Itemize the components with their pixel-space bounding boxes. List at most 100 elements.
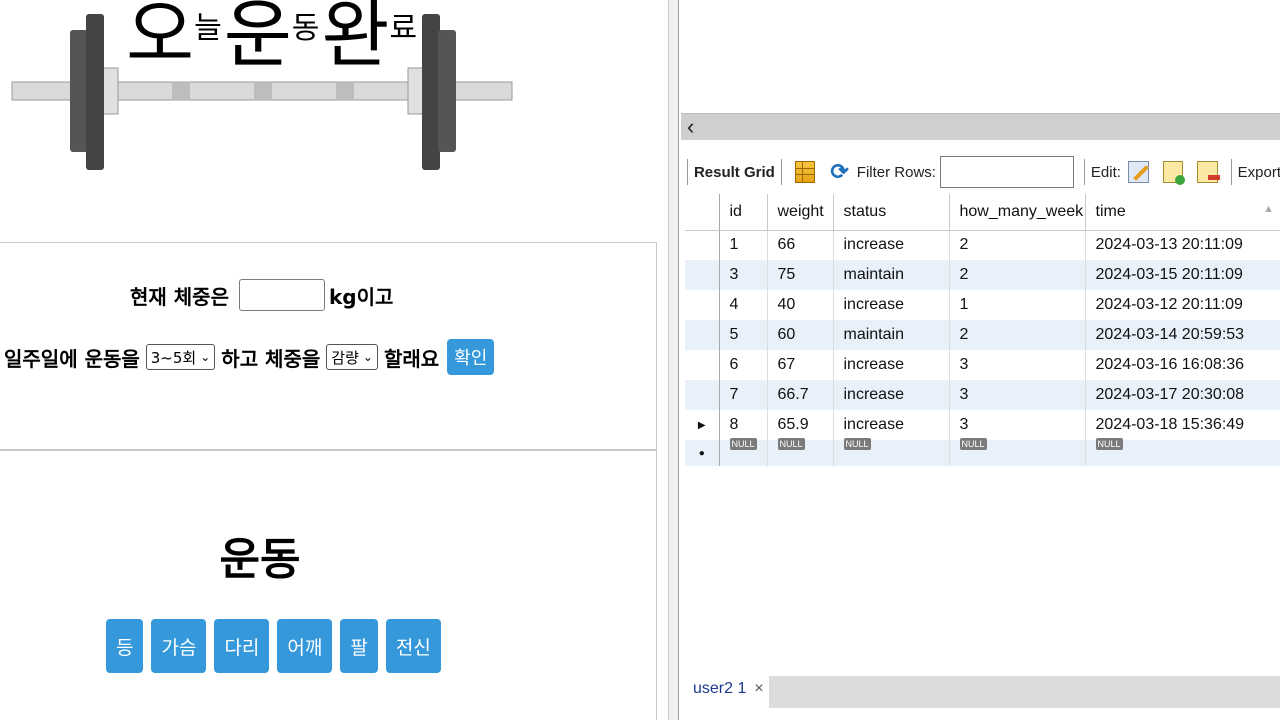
cell-id[interactable]: 8 bbox=[719, 410, 768, 440]
close-icon[interactable]: × bbox=[754, 680, 763, 697]
toolbar-separator bbox=[780, 159, 782, 185]
weight-prefix-label: 현재 체중은 bbox=[130, 284, 229, 309]
tab-label: user2 1 bbox=[693, 680, 747, 697]
row-marker bbox=[685, 350, 720, 380]
weight-input[interactable] bbox=[238, 279, 325, 311]
edit-row-icon[interactable] bbox=[1127, 161, 1149, 183]
cell-status[interactable]: increase bbox=[833, 350, 950, 380]
cell-id-null[interactable]: NULL bbox=[719, 438, 768, 466]
table-row[interactable]: 1 66 increase 2 2024-03-13 20:11:09 bbox=[685, 230, 1280, 260]
cell-time[interactable]: 2024-03-16 16:08:36 bbox=[1085, 350, 1280, 380]
cell-time[interactable]: 2024-03-15 20:11:09 bbox=[1085, 260, 1280, 290]
cell-how-many-week[interactable]: 2 bbox=[949, 230, 1086, 260]
delete-row-icon[interactable] bbox=[1197, 161, 1220, 183]
exercise-fullbody-button[interactable]: 전신 bbox=[385, 619, 441, 673]
cell-status[interactable]: maintain bbox=[833, 260, 950, 290]
logo-char: 동 bbox=[291, 11, 320, 46]
result-tabs: user2 1 × bbox=[681, 676, 1280, 720]
column-header-id[interactable]: id bbox=[719, 194, 768, 231]
table-row[interactable]: 4 40 increase 1 2024-03-12 20:11:09 bbox=[685, 290, 1280, 320]
cell-time-null[interactable]: NULL bbox=[1085, 438, 1280, 466]
logo-char: 완 bbox=[321, 0, 389, 78]
cell-how-many-week[interactable]: 2 bbox=[949, 260, 1086, 290]
grid-header-row: id weight status how_many_week time ▲ bbox=[685, 194, 1280, 231]
refresh-icon[interactable]: ⟳ bbox=[829, 161, 849, 183]
cell-how-many-week[interactable]: 3 bbox=[949, 380, 1086, 410]
window-divider bbox=[668, 0, 678, 720]
cell-status[interactable]: increase bbox=[833, 410, 950, 440]
chevron-down-icon: ⌄ bbox=[362, 350, 373, 364]
exercise-back-button[interactable]: 등 bbox=[106, 619, 144, 673]
current-row-marker-icon: ▶ bbox=[685, 410, 720, 440]
cell-id[interactable]: 5 bbox=[719, 320, 768, 350]
cell-id[interactable]: 7 bbox=[719, 380, 768, 410]
cell-time[interactable]: 2024-03-18 15:36:49 bbox=[1085, 410, 1280, 440]
result-grid-label[interactable]: Result Grid bbox=[694, 164, 775, 181]
cell-time[interactable]: 2024-03-12 20:11:09 bbox=[1085, 290, 1280, 320]
scroll-left-icon[interactable]: ‹ bbox=[687, 114, 694, 140]
cell-how-many-week[interactable]: 1 bbox=[949, 290, 1086, 320]
cell-time[interactable]: 2024-03-13 20:11:09 bbox=[1085, 230, 1280, 260]
null-badge: NULL bbox=[1095, 438, 1123, 450]
toolbar-separator bbox=[687, 159, 688, 185]
column-header-time[interactable]: time ▲ bbox=[1085, 194, 1280, 231]
horizontal-scrollbar[interactable]: ‹ bbox=[681, 113, 1280, 140]
cell-weight-null[interactable]: NULL bbox=[767, 438, 834, 466]
cell-how-many-week[interactable]: 2 bbox=[949, 320, 1086, 350]
export-label[interactable]: Export bbox=[1238, 164, 1280, 181]
cell-id[interactable]: 6 bbox=[719, 350, 768, 380]
logo-char: 료 bbox=[389, 11, 418, 46]
cell-status-null[interactable]: NULL bbox=[833, 438, 950, 466]
confirm-button[interactable]: 확인 bbox=[447, 339, 495, 375]
add-row-icon[interactable] bbox=[1162, 161, 1185, 185]
column-header-status[interactable]: status bbox=[833, 194, 950, 231]
exercise-shoulders-button[interactable]: 어깨 bbox=[277, 619, 333, 673]
cell-status[interactable]: increase bbox=[833, 230, 950, 260]
cell-id[interactable]: 4 bbox=[719, 290, 768, 320]
table-row[interactable]: 5 60 maintain 2 2024-03-14 20:59:53 bbox=[685, 320, 1280, 350]
column-header-how-many-week[interactable]: how_many_week bbox=[949, 194, 1086, 231]
logo: 오늘운동완료 bbox=[0, 0, 668, 200]
exercise-legs-button[interactable]: 다리 bbox=[214, 619, 270, 673]
cell-how-many-week[interactable]: 3 bbox=[949, 350, 1086, 380]
cell-status[interactable]: maintain bbox=[833, 320, 950, 350]
plan-row: 일주일에 운동을 3~5회 ⌄ 하고 체중을 감량 ⌄ 할래요 확인 bbox=[4, 339, 495, 375]
cell-time[interactable]: 2024-03-14 20:59:53 bbox=[1085, 320, 1280, 350]
goal-select[interactable]: 감량 ⌄ bbox=[326, 344, 378, 370]
cell-weight[interactable]: 65.9 bbox=[767, 410, 834, 440]
table-row[interactable]: ▶ 8 65.9 increase 3 2024-03-18 15:36:49 bbox=[685, 410, 1280, 440]
cell-status[interactable]: increase bbox=[833, 380, 950, 410]
row-marker bbox=[685, 320, 720, 350]
toolbar-separator bbox=[1083, 159, 1085, 185]
cell-time[interactable]: 2024-03-17 20:30:08 bbox=[1085, 380, 1280, 410]
column-header-weight[interactable]: weight bbox=[767, 194, 834, 231]
weight-row: 현재 체중은 kg이고 bbox=[130, 279, 393, 311]
cell-weight[interactable]: 66 bbox=[767, 230, 834, 260]
cell-weight[interactable]: 66.7 bbox=[767, 380, 834, 410]
table-row[interactable]: 7 66.7 increase 3 2024-03-17 20:30:08 bbox=[685, 380, 1280, 410]
logo-char: 늘 bbox=[194, 11, 222, 46]
cell-id[interactable]: 1 bbox=[719, 230, 768, 260]
exercise-chest-button[interactable]: 가슴 bbox=[151, 619, 207, 673]
workbench-panel: ‹ Result Grid ⟳ Filter Rows: Edit: Expor… bbox=[678, 0, 1280, 720]
cell-weight[interactable]: 75 bbox=[767, 260, 834, 290]
new-row-marker-icon: ● bbox=[685, 440, 720, 466]
cell-weight[interactable]: 40 bbox=[767, 290, 834, 320]
cell-how-many-week[interactable]: 3 bbox=[949, 410, 1086, 440]
new-row[interactable]: ● NULL NULL NULL NULL NULL bbox=[685, 438, 1280, 466]
table-row[interactable]: 3 75 maintain 2 2024-03-15 20:11:09 bbox=[685, 260, 1280, 290]
cell-how-many-week-null[interactable]: NULL bbox=[949, 438, 1086, 466]
cell-weight[interactable]: 67 bbox=[767, 350, 834, 380]
logo-char: 운 bbox=[223, 0, 292, 78]
table-row[interactable]: 6 67 increase 3 2024-03-16 16:08:36 bbox=[685, 350, 1280, 380]
exercise-arms-button[interactable]: 팔 bbox=[340, 619, 378, 673]
filter-rows-label: Filter Rows: bbox=[856, 163, 936, 181]
frequency-select[interactable]: 3~5회 ⌄ bbox=[145, 344, 216, 370]
grid-view-icon[interactable] bbox=[794, 161, 816, 183]
scroll-up-icon[interactable]: ▲ bbox=[1263, 203, 1274, 215]
cell-weight[interactable]: 60 bbox=[767, 320, 834, 350]
cell-id[interactable]: 3 bbox=[719, 260, 768, 290]
filter-rows-input[interactable] bbox=[939, 156, 1074, 188]
cell-status[interactable]: increase bbox=[833, 290, 950, 320]
tab-user2-1[interactable]: user2 1 × bbox=[693, 680, 764, 698]
